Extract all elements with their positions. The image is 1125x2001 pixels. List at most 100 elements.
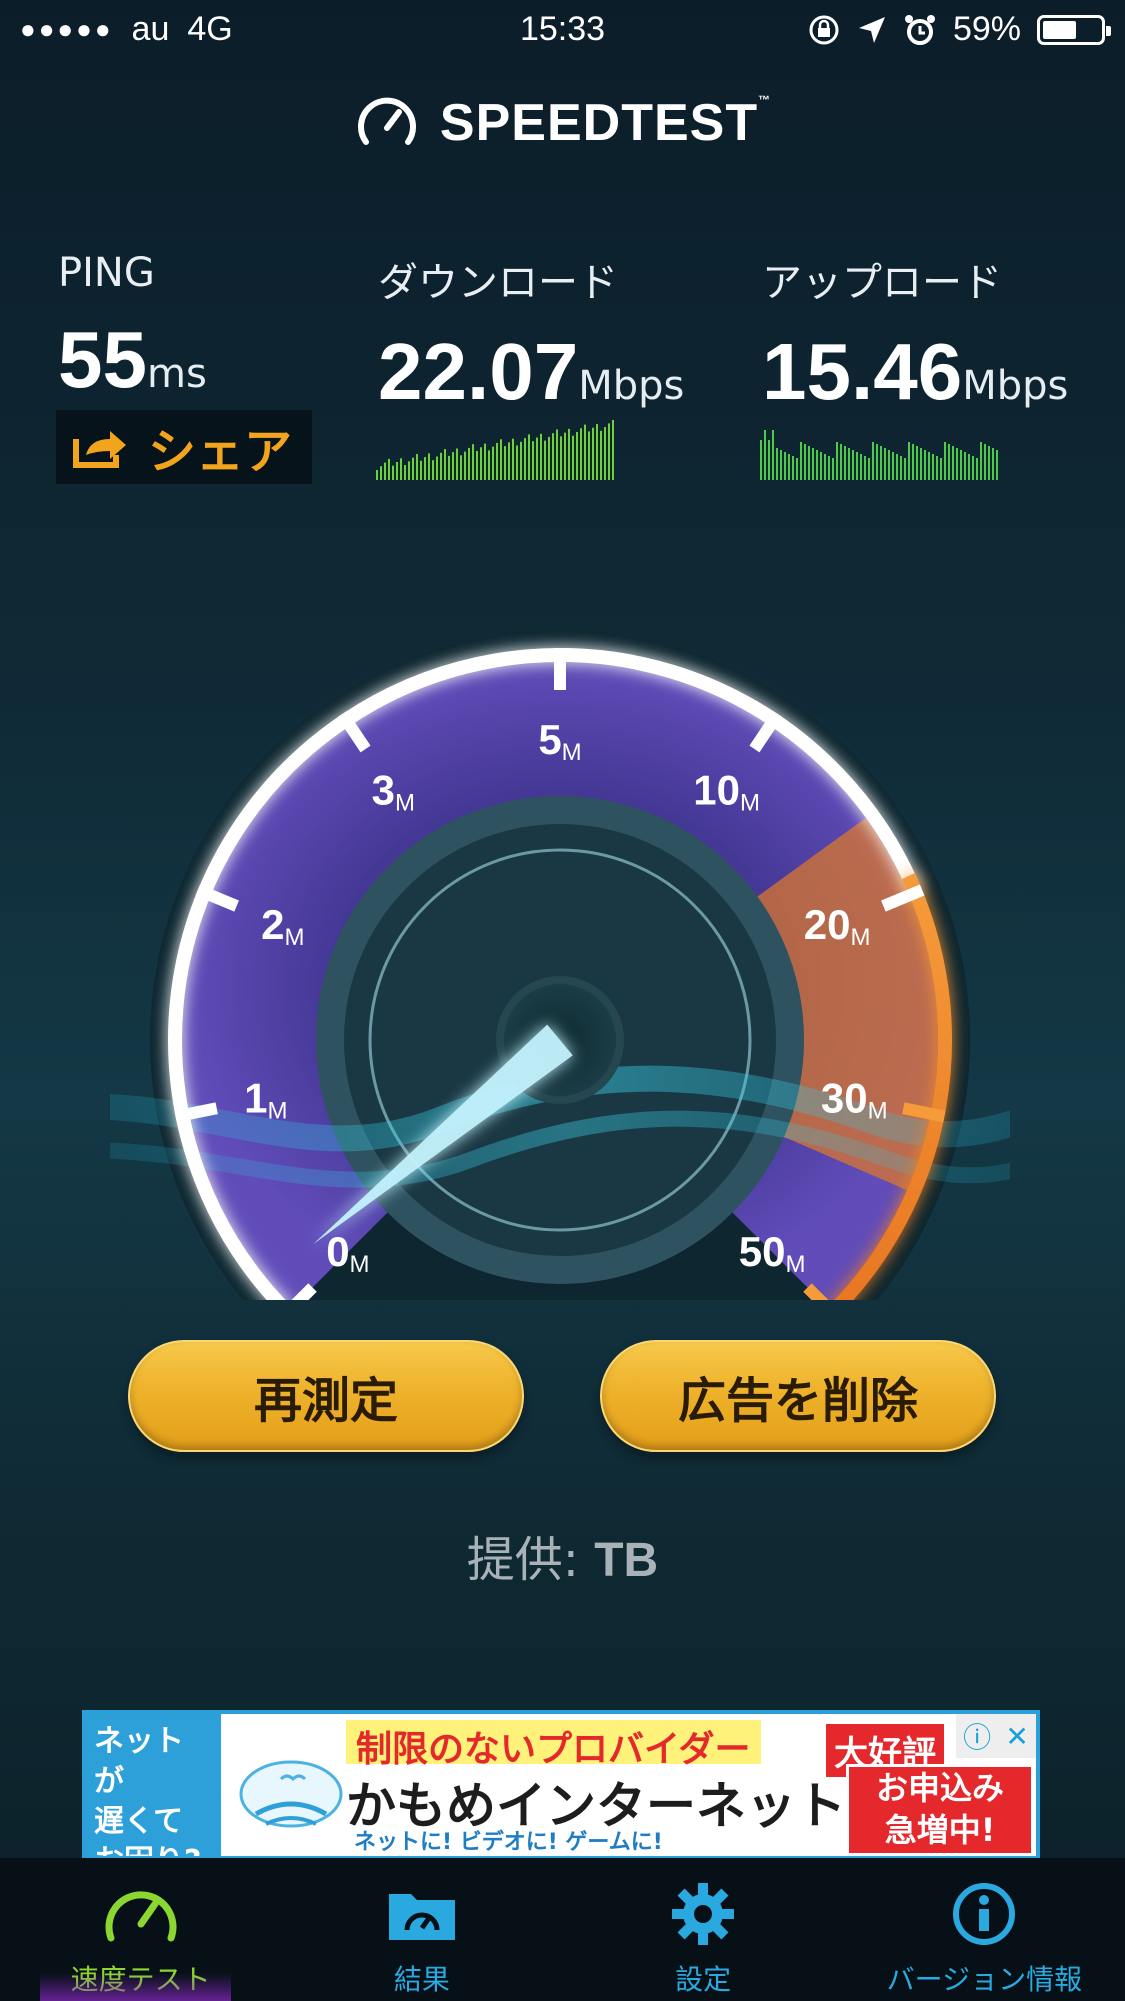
battery-percent: 59% bbox=[952, 10, 1021, 48]
sparkline-bar bbox=[924, 450, 926, 480]
ping-stat: PING 55ms bbox=[58, 250, 207, 406]
speedometer-logo-icon bbox=[357, 97, 416, 145]
tab-speed-test[interactable]: 速度テスト bbox=[0, 1858, 281, 2001]
sparkline-bar bbox=[460, 455, 462, 480]
gauge-tick bbox=[174, 1102, 218, 1123]
sparkline-bar bbox=[964, 452, 966, 480]
sparkline-bar bbox=[380, 466, 382, 480]
gauge-tick-number: 20 bbox=[804, 901, 851, 948]
sparkline-bar bbox=[568, 428, 570, 480]
sparkline-bar bbox=[804, 444, 806, 480]
sparkline-bar bbox=[600, 430, 602, 480]
sparkline-bar bbox=[780, 450, 782, 480]
sparkline-bar bbox=[432, 460, 434, 480]
sparkline-bar bbox=[440, 452, 442, 480]
tab-settings[interactable]: 設定 bbox=[563, 1858, 844, 2001]
sparkline-bar bbox=[808, 446, 810, 480]
gauge-tick-number: 3 bbox=[372, 767, 395, 814]
sparkline-bar bbox=[448, 455, 450, 480]
sparkline-bar bbox=[416, 454, 418, 480]
sparkline-bar bbox=[812, 448, 814, 480]
sparkline-bar bbox=[840, 444, 842, 480]
sparkline-bar bbox=[816, 450, 818, 480]
sparkline-bar bbox=[404, 465, 406, 480]
ad-info-icon[interactable]: ⓘ bbox=[963, 1716, 991, 1756]
upload-stat: アップロード 15.46Mbps bbox=[762, 250, 1068, 418]
remove-ads-button[interactable]: 広告を削除 bbox=[600, 1340, 996, 1452]
share-label: シェア bbox=[148, 424, 293, 480]
tab-results[interactable]: 結果 bbox=[281, 1858, 562, 2001]
sparkline-bar bbox=[992, 448, 994, 480]
sparkline-bar bbox=[596, 424, 598, 480]
sparkline-bar bbox=[888, 450, 890, 480]
sparkline-bar bbox=[960, 450, 962, 480]
ad-subtext: ネットに! ビデオに! ゲームに! bbox=[354, 1830, 663, 1855]
sparkline-bar bbox=[908, 442, 910, 480]
sparkline-bar bbox=[832, 458, 834, 480]
sparkline-bar bbox=[588, 431, 590, 480]
gauge-tick-unit: M bbox=[562, 739, 582, 766]
sparkline-bar bbox=[524, 438, 526, 480]
rotation-lock-icon bbox=[809, 15, 839, 44]
gauge-tick-number: 5 bbox=[538, 716, 561, 763]
upload-unit: Mbps bbox=[962, 363, 1069, 409]
download-label: ダウンロード bbox=[378, 260, 618, 306]
sparkline-bar bbox=[864, 456, 866, 480]
sparkline-bar bbox=[928, 452, 930, 480]
sparkline-bar bbox=[904, 458, 906, 480]
sparkline-bar bbox=[548, 436, 550, 480]
ad-banner[interactable]: ネットが 遅くて お困り? 制限のないプロバイダー かもめインターネット ネット… bbox=[82, 1710, 1040, 1860]
provider-info: 提供: TB bbox=[0, 1520, 1125, 1590]
sparkline-bar bbox=[788, 454, 790, 480]
sparkline-bar bbox=[420, 460, 422, 480]
sparkline-bar bbox=[984, 444, 986, 480]
sparkline-bar bbox=[996, 450, 998, 480]
share-button[interactable]: シェア bbox=[56, 410, 312, 484]
gauge-tick-number: 50 bbox=[739, 1228, 786, 1275]
download-value: 22.07 bbox=[378, 327, 579, 416]
ad-left-line: ネットが bbox=[94, 1724, 184, 1799]
gauge-tick-number: 30 bbox=[821, 1075, 868, 1122]
sparkline-bar bbox=[584, 424, 586, 480]
provider-name: TB bbox=[594, 1534, 659, 1587]
ping-unit: ms bbox=[146, 351, 207, 397]
sparkline-bar bbox=[392, 465, 394, 480]
location-arrow-icon bbox=[858, 16, 885, 43]
sparkline-bar bbox=[956, 448, 958, 480]
sparkline-bar bbox=[468, 447, 470, 480]
tab-version-info[interactable]: バージョン情報 bbox=[844, 1858, 1125, 2001]
alarm-icon bbox=[904, 14, 935, 45]
sparkline-bar bbox=[496, 443, 498, 480]
sparkline-bar bbox=[612, 420, 614, 480]
tab-label: バージョン情報 bbox=[886, 1963, 1083, 1996]
sparkline-bar bbox=[520, 441, 522, 480]
upload-sparkline bbox=[760, 430, 998, 480]
sparkline-bar bbox=[848, 448, 850, 480]
gauge-tick-unit: M bbox=[395, 790, 415, 817]
sparkline-bar bbox=[384, 462, 386, 480]
sparkline-bar bbox=[936, 456, 938, 480]
sparkline-bar bbox=[880, 446, 882, 480]
results-folder-icon bbox=[388, 1894, 455, 1940]
ad-controls: ⓘ ✕ bbox=[956, 1714, 1036, 1758]
gear-icon bbox=[672, 1883, 735, 1945]
sparkline-bar bbox=[492, 446, 494, 480]
sparkline-bar bbox=[428, 453, 430, 480]
sparkline-bar bbox=[544, 440, 546, 480]
sparkline-bar bbox=[760, 440, 762, 480]
gauge-tick-unit: M bbox=[267, 1098, 287, 1125]
sparkline-bar bbox=[564, 432, 566, 480]
sparkline-bar bbox=[576, 432, 578, 480]
sparkline-bar bbox=[988, 446, 990, 480]
retest-button[interactable]: 再測定 bbox=[128, 1340, 524, 1452]
tab-bar: 速度テスト 結果 設定 バージョン情報 bbox=[0, 1858, 1125, 2001]
ad-promo-line: お申込み bbox=[875, 1769, 1004, 1807]
gauge-tick-unit: M bbox=[285, 924, 305, 951]
gauge-tick-unit: M bbox=[740, 790, 760, 817]
sparkline-bar bbox=[572, 435, 574, 480]
battery-icon bbox=[1037, 14, 1111, 45]
sparkline-bar bbox=[480, 447, 482, 480]
sparkline-bar bbox=[896, 454, 898, 480]
ad-close-icon[interactable]: ✕ bbox=[1005, 1720, 1028, 1753]
tab-label: 結果 bbox=[393, 1963, 450, 1996]
